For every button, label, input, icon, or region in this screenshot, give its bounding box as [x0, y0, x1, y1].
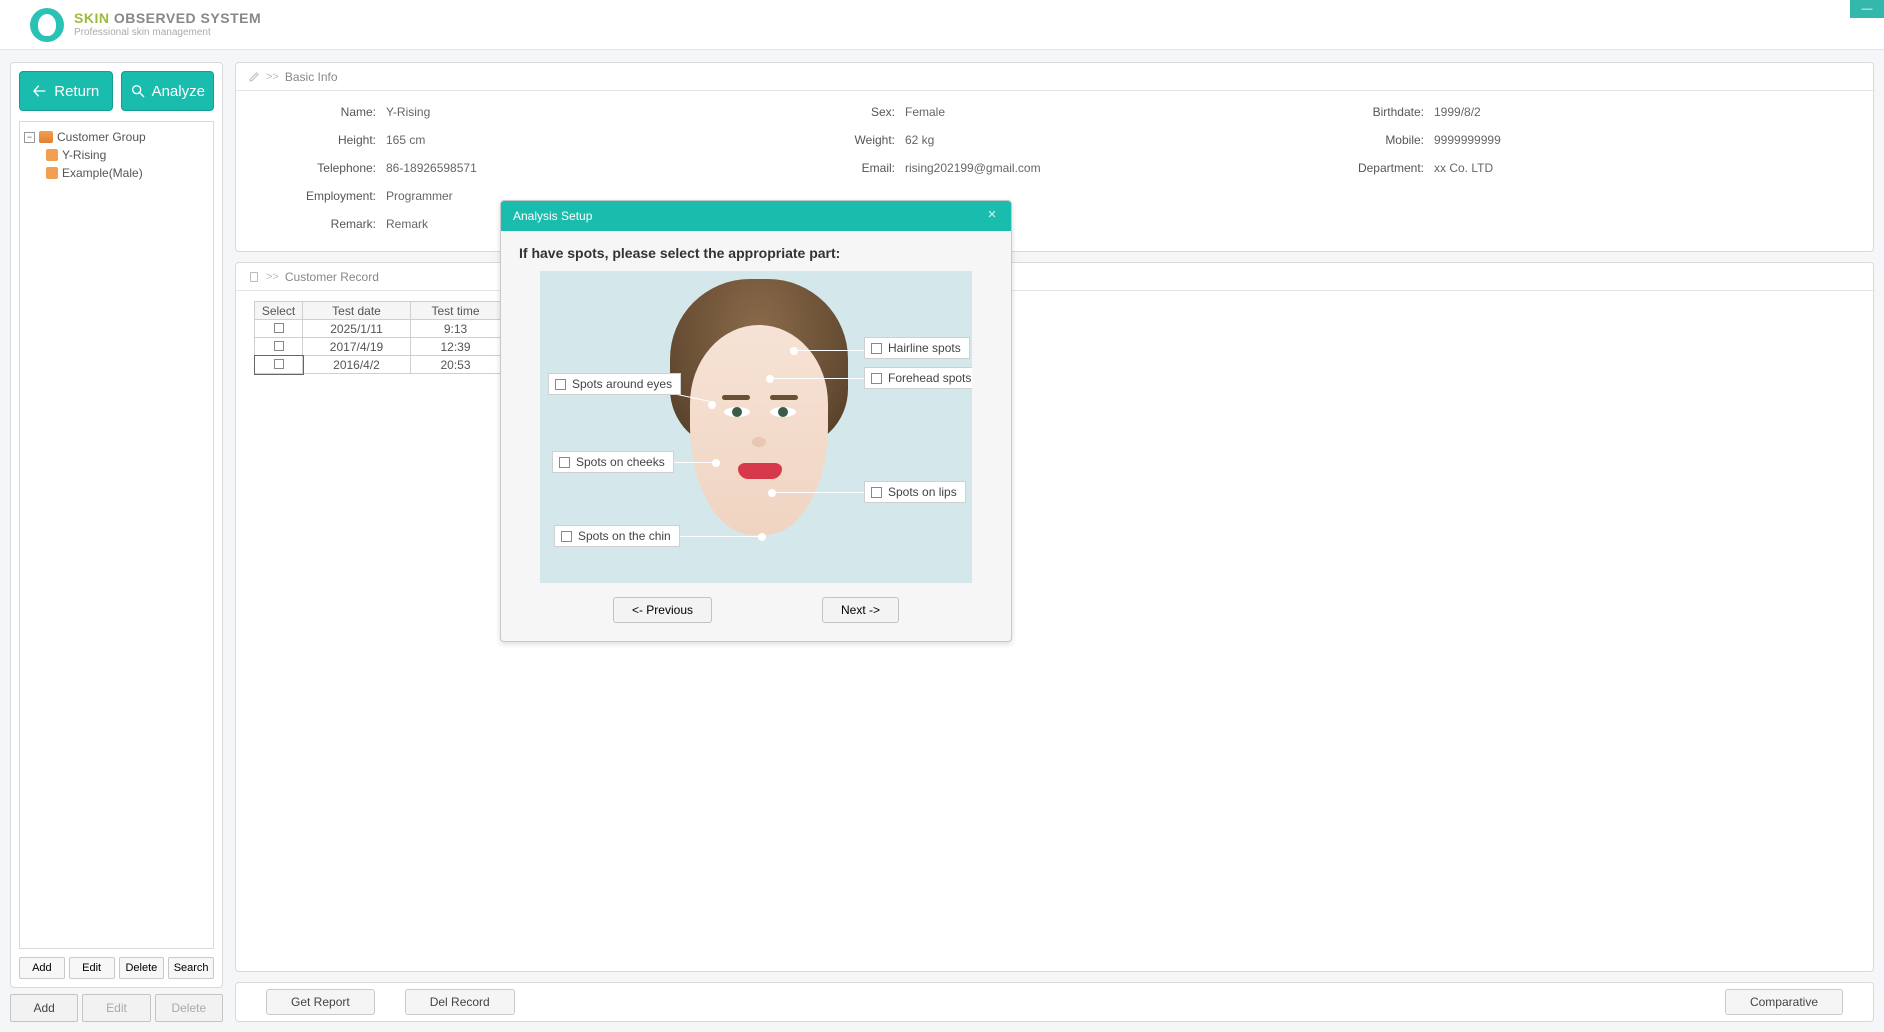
col-time: Test time: [411, 302, 501, 320]
return-icon: [32, 83, 48, 99]
group-icon: [39, 131, 53, 143]
tree-toolbar: Add Edit Delete Search: [19, 957, 214, 979]
row-select-checkbox[interactable]: [255, 320, 303, 338]
table-row[interactable]: 2025/1/119:13: [255, 320, 501, 338]
comparative-button[interactable]: Comparative: [1725, 989, 1843, 1015]
customer-record-header: >> Customer Record: [236, 263, 1873, 291]
employment-value: Programmer: [386, 189, 453, 203]
sidebar-add-button[interactable]: Add: [10, 994, 78, 1022]
tree-item-example[interactable]: Example(Male): [46, 164, 209, 182]
department-value: xx Co. LTD: [1434, 161, 1493, 175]
sidebar-delete-button[interactable]: Delete: [155, 994, 223, 1022]
row-select-checkbox[interactable]: [255, 356, 303, 374]
face-diagram: Hairline spots Forehead spots Spots arou…: [540, 271, 972, 583]
col-date: Test date: [303, 302, 411, 320]
record-actions-bar: Get Report Del Record Comparative: [235, 982, 1874, 1022]
spots-on-chin-checkbox[interactable]: Spots on the chin: [554, 525, 680, 547]
row-select-checkbox[interactable]: [255, 338, 303, 356]
name-value: Y-Rising: [386, 105, 430, 119]
basic-info-title: Basic Info: [285, 70, 338, 84]
app-logo-icon: [30, 8, 64, 42]
dialog-prompt: If have spots, please select the appropr…: [519, 245, 993, 261]
tree-root[interactable]: − Customer Group: [24, 128, 209, 146]
tree-delete-button[interactable]: Delete: [119, 957, 165, 979]
close-icon[interactable]: ×: [983, 207, 1001, 225]
app-logo-text: SKIN OBSERVED SYSTEM Professional skin m…: [74, 10, 261, 39]
mobile-value: 9999999999: [1434, 133, 1501, 147]
get-report-button[interactable]: Get Report: [266, 989, 375, 1015]
spots-on-cheeks-checkbox[interactable]: Spots on cheeks: [552, 451, 674, 473]
customer-record-title: Customer Record: [285, 270, 379, 284]
del-record-button[interactable]: Del Record: [405, 989, 515, 1015]
basic-info-header: >> Basic Info: [236, 63, 1873, 91]
tree-add-button[interactable]: Add: [19, 957, 65, 979]
spots-around-eyes-checkbox[interactable]: Spots around eyes: [548, 373, 681, 395]
dialog-titlebar[interactable]: Analysis Setup ×: [501, 201, 1011, 231]
basic-info-card: >> Basic Info Name:Y-Rising Sex:Female B…: [235, 62, 1874, 252]
next-button[interactable]: Next ->: [822, 597, 899, 623]
window-controls: —: [1850, 0, 1884, 18]
weight-value: 62 kg: [905, 133, 934, 147]
telephone-value: 86-18926598571: [386, 161, 477, 175]
hairline-spots-checkbox[interactable]: Hairline spots: [864, 337, 970, 359]
spots-on-lips-checkbox[interactable]: Spots on lips: [864, 481, 966, 503]
return-button[interactable]: Return: [19, 71, 113, 111]
file-icon: [248, 271, 260, 283]
height-value: 165 cm: [386, 133, 425, 147]
app-titlebar: SKIN OBSERVED SYSTEM Professional skin m…: [0, 0, 1884, 50]
tree-edit-button[interactable]: Edit: [69, 957, 115, 979]
customer-tree[interactable]: − Customer Group Y-Rising Example(Male): [19, 121, 214, 949]
table-row[interactable]: 2016/4/220:53: [255, 356, 501, 374]
email-value: rising202199@gmail.com: [905, 161, 1041, 175]
birthdate-value: 1999/8/2: [1434, 105, 1481, 119]
window-minimize-button[interactable]: —: [1850, 0, 1884, 18]
previous-button[interactable]: <- Previous: [613, 597, 712, 623]
analysis-setup-dialog: Analysis Setup × If have spots, please s…: [500, 200, 1012, 642]
remark-value: Remark: [386, 217, 428, 231]
person-icon: [46, 149, 58, 161]
tree-search-button[interactable]: Search: [168, 957, 214, 979]
collapse-icon[interactable]: −: [24, 132, 35, 143]
edit-icon: [248, 71, 260, 83]
col-select: Select: [255, 302, 303, 320]
table-row[interactable]: 2017/4/1912:39: [255, 338, 501, 356]
sex-value: Female: [905, 105, 945, 119]
analyze-button[interactable]: Analyze: [121, 71, 215, 111]
person-icon: [46, 167, 58, 179]
sidebar-edit-button[interactable]: Edit: [82, 994, 150, 1022]
forehead-spots-checkbox[interactable]: Forehead spots: [864, 367, 972, 389]
record-table: Select Test date Test time 2025/1/119:13…: [254, 301, 501, 374]
customer-record-card: >> Customer Record Select Test date Test…: [235, 262, 1874, 972]
magnifier-icon: [130, 83, 146, 99]
sidebar-bottom-toolbar: Add Edit Delete: [10, 994, 223, 1022]
tree-item-yrising[interactable]: Y-Rising: [46, 146, 209, 164]
